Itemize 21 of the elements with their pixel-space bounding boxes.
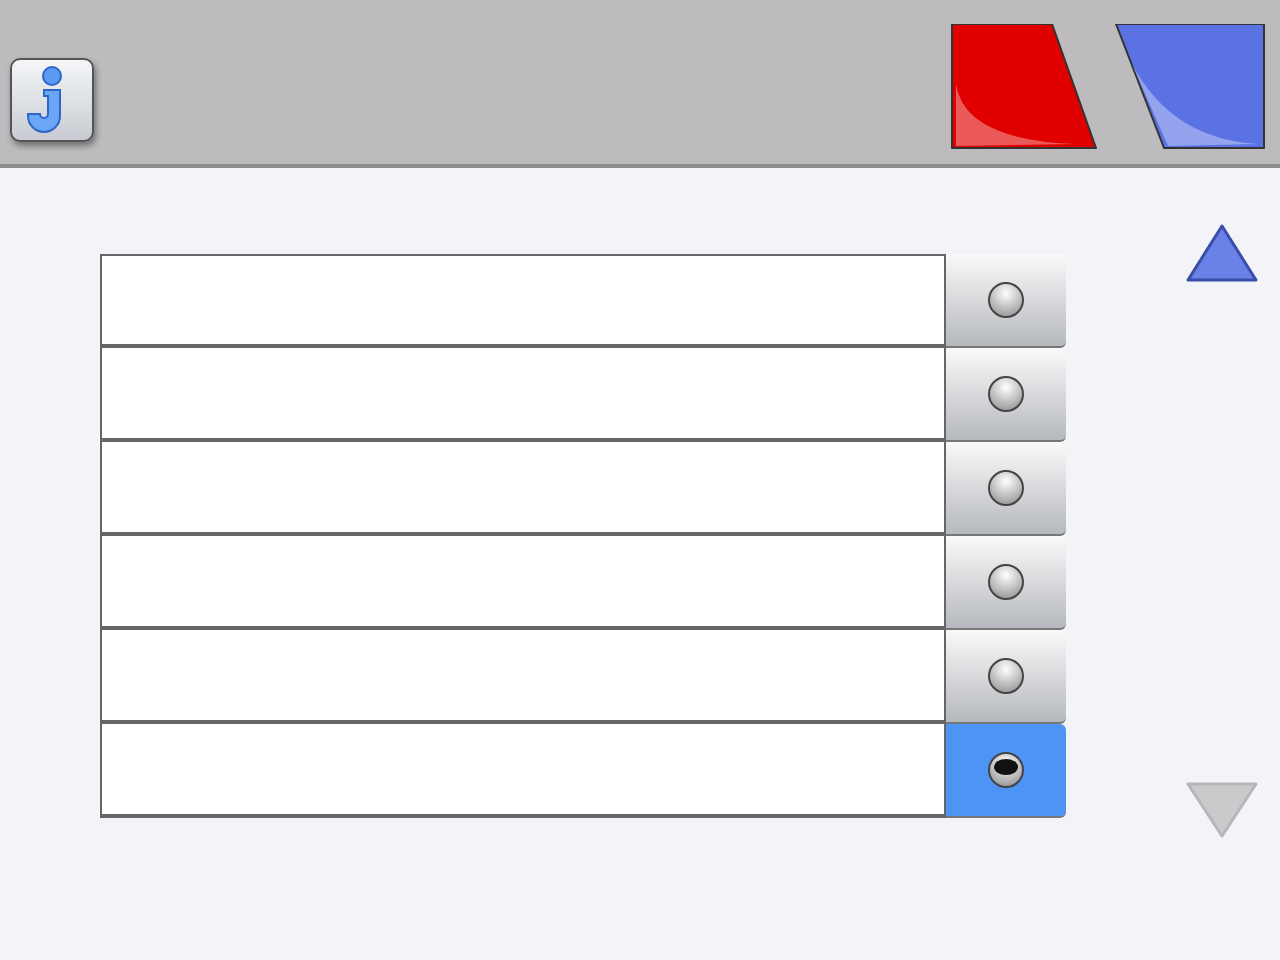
radio-circle-icon [986, 374, 1026, 414]
list-row[interactable] [100, 724, 946, 818]
radio-button[interactable] [946, 724, 1066, 818]
radio-circle-icon [986, 468, 1026, 508]
list-row[interactable] [100, 254, 946, 348]
radio-button[interactable] [946, 348, 1066, 442]
radio-circle-icon [986, 656, 1026, 696]
radio-button[interactable] [946, 254, 1066, 348]
radio-circle-icon [986, 280, 1026, 320]
list-row[interactable] [100, 442, 946, 536]
action-button[interactable] [1112, 24, 1268, 150]
info-button[interactable] [10, 58, 94, 142]
list-row[interactable] [100, 536, 946, 630]
radio-circle-icon [986, 750, 1026, 790]
list-row[interactable] [100, 348, 946, 442]
radio-button[interactable] [946, 536, 1066, 630]
radio-button[interactable] [946, 630, 1066, 724]
radio-circle-icon [986, 562, 1026, 602]
scroll-up-button[interactable] [1182, 220, 1262, 288]
radio-button[interactable] [946, 442, 1066, 536]
list-row[interactable] [100, 630, 946, 724]
